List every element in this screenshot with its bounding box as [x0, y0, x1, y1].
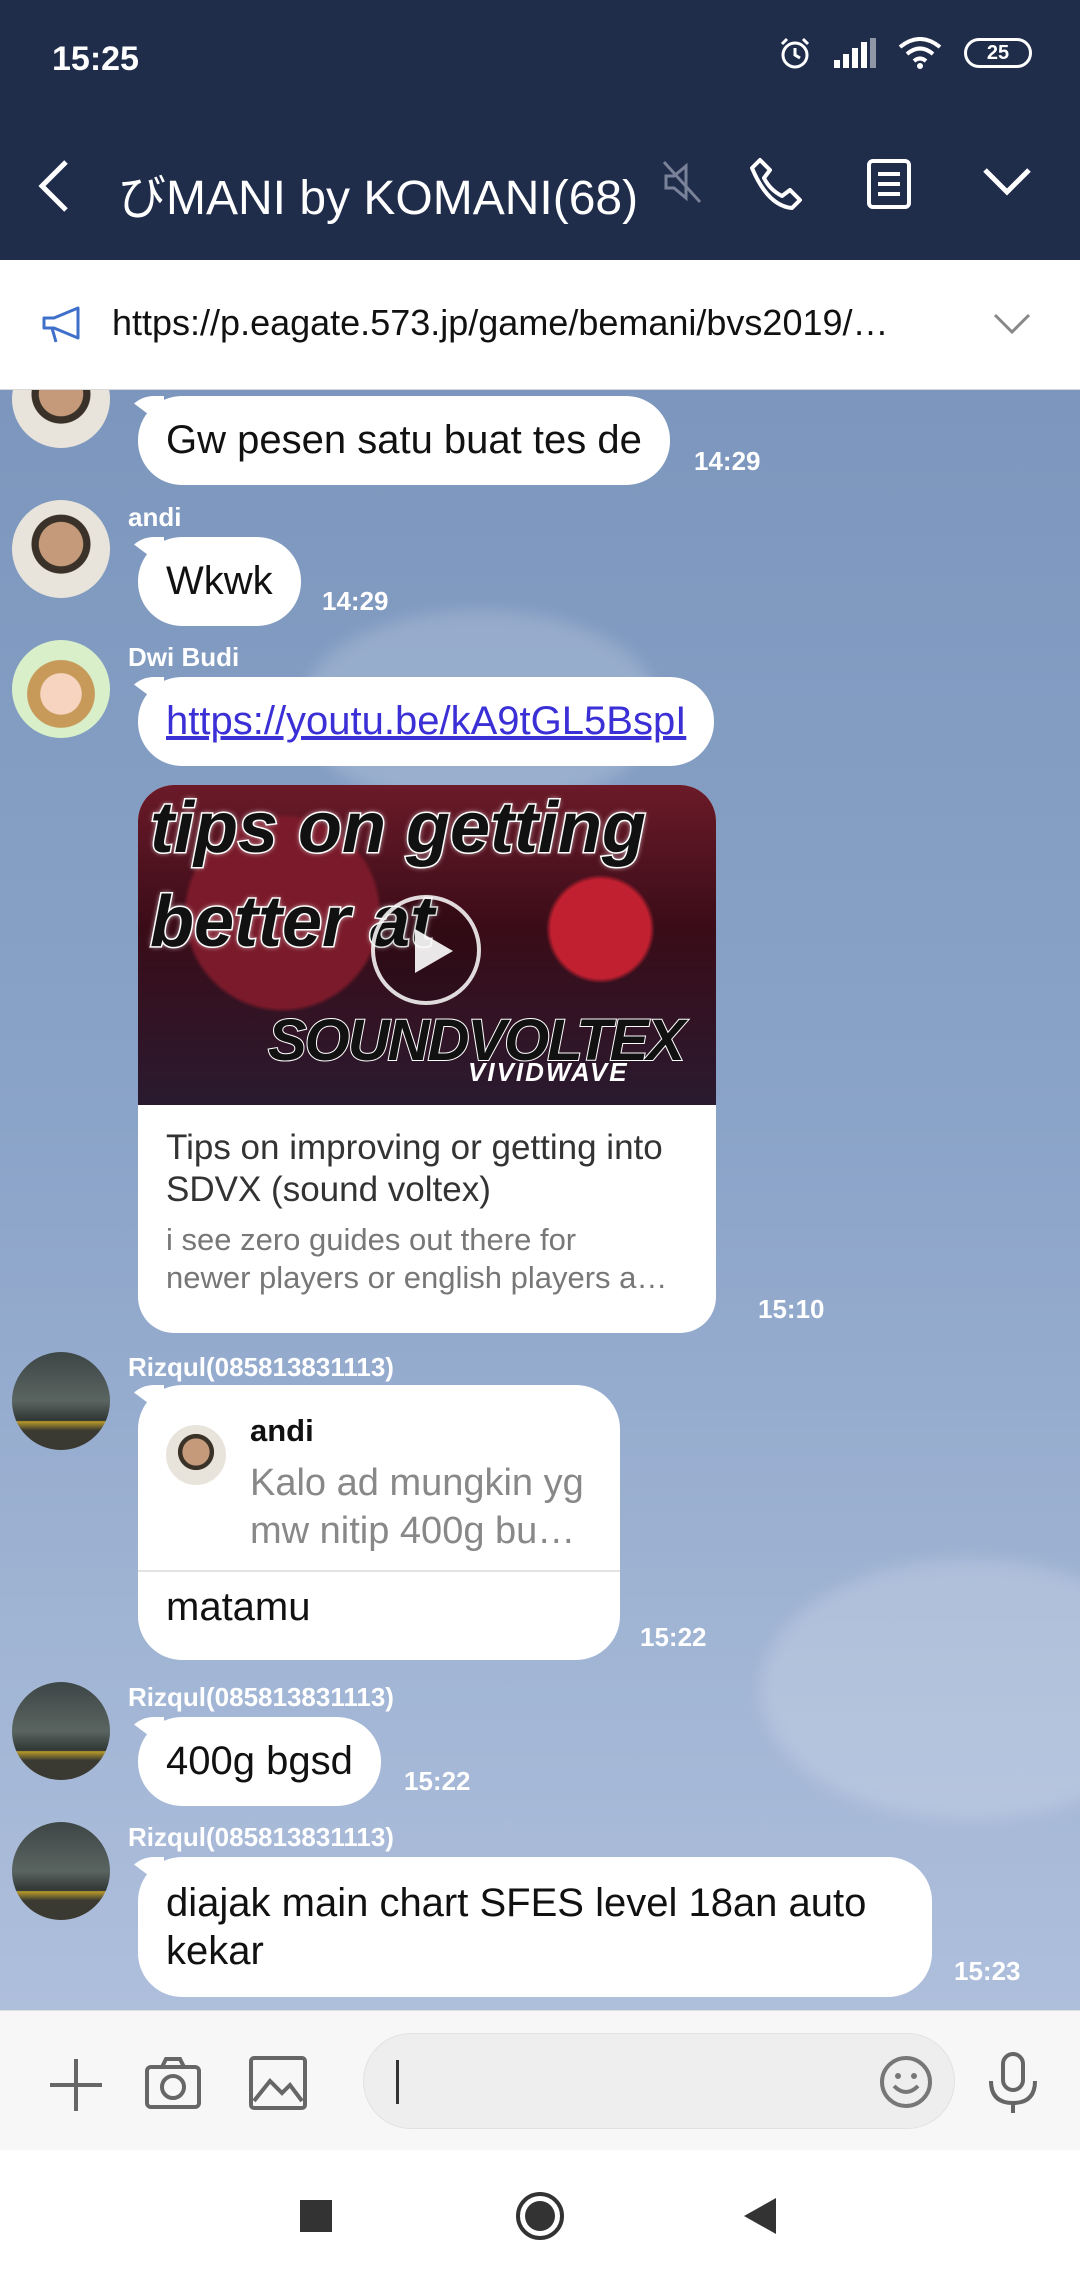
message-input-bar — [0, 2010, 1080, 2150]
message-text-line: diajak main chart SFES level 18an auto — [166, 1881, 867, 1925]
chevron-down-icon[interactable] — [992, 312, 1032, 336]
text-cursor — [396, 2060, 399, 2104]
chat-header: びMANI by KOMANI(68) — [0, 110, 1080, 260]
status-bar: 15:25 25 — [0, 0, 1080, 110]
message-bubble[interactable]: 400g bgsd — [138, 1717, 381, 1806]
battery-indicator: 25 — [964, 38, 1032, 68]
message-time: 14:29 — [694, 446, 761, 476]
emoji-icon[interactable] — [878, 2054, 934, 2110]
avatar[interactable] — [12, 640, 110, 738]
announcement-text[interactable]: https://p.eagate.573.jp/game/bemani/bvs2… — [112, 302, 942, 344]
sender-name: andi — [128, 502, 182, 532]
home-icon[interactable] — [514, 2190, 566, 2242]
mute-icon — [662, 160, 702, 204]
link-preview-card[interactable]: tips on getting better at SOUNDVOLTEX VI… — [138, 785, 716, 1333]
chevron-down-icon[interactable] — [982, 166, 1032, 196]
background-cloud — [760, 1560, 1080, 1820]
thumbnail-logo-sub: VIVIDWAVE — [468, 1057, 629, 1087]
preview-description-line: i see zero guides out there for — [166, 1222, 577, 1257]
microphone-icon[interactable] — [986, 2051, 1040, 2115]
back-nav-icon[interactable] — [740, 2194, 780, 2238]
announcement-bar[interactable]: https://p.eagate.573.jp/game/bemani/bvs2… — [0, 260, 1080, 390]
plus-icon[interactable] — [46, 2055, 106, 2115]
message-bubble[interactable]: Wkwk — [138, 537, 301, 626]
phone-icon[interactable] — [748, 156, 804, 212]
quoted-text-line: Kalo ad mungkin yg — [250, 1462, 584, 1504]
message-time: 14:29 — [322, 586, 389, 616]
preview-description: i see zero guides out there for newer pl… — [166, 1221, 696, 1297]
avatar[interactable] — [12, 390, 110, 448]
video-thumbnail[interactable]: tips on getting better at SOUNDVOLTEX VI… — [138, 785, 716, 1105]
sender-name: Dwi Budi — [128, 642, 240, 672]
back-icon[interactable] — [36, 158, 72, 214]
signal-icon — [834, 38, 876, 68]
avatar[interactable] — [12, 1352, 110, 1450]
chat-area[interactable]: Gw pesen satu buat tes de 14:29 andi Wkw… — [0, 390, 1080, 2010]
message-link[interactable]: https://youtu.be/kA9tGL5BspI — [166, 699, 686, 743]
quoted-avatar — [166, 1425, 226, 1485]
reply-text: matamu — [166, 1585, 311, 1629]
chat-title[interactable]: びMANI by KOMANI(68) — [118, 158, 638, 228]
megaphone-icon — [42, 306, 80, 343]
message-input[interactable] — [363, 2033, 955, 2129]
message-bubble[interactable]: diajak main chart SFES level 18an auto k… — [138, 1857, 932, 1997]
message-time: 15:22 — [640, 1622, 707, 1652]
wifi-icon — [898, 37, 942, 69]
camera-icon[interactable] — [144, 2055, 202, 2111]
play-icon[interactable] — [371, 895, 481, 1005]
preview-title: Tips on improving or getting into SDVX (… — [166, 1128, 663, 1209]
message-bubble[interactable]: Gw pesen satu buat tes de — [138, 396, 670, 485]
message-time: 15:10 — [758, 1294, 825, 1324]
message-time: 15:22 — [404, 1766, 471, 1796]
alarm-icon — [780, 37, 810, 69]
image-icon[interactable] — [248, 2055, 308, 2111]
message-bubble[interactable]: https://youtu.be/kA9tGL5BspI — [138, 677, 715, 766]
quoted-text-line: mw nitip 400g bu… — [250, 1510, 576, 1552]
preview-description-line: newer players or english players a… — [166, 1260, 668, 1295]
reply-divider — [138, 1570, 620, 1572]
avatar[interactable] — [12, 1682, 110, 1780]
avatar[interactable] — [12, 1822, 110, 1920]
thumbnail-text: tips on getting — [149, 787, 648, 870]
sender-name: Rizqul(085813831113) — [128, 1822, 394, 1852]
recent-apps-icon[interactable] — [296, 2196, 336, 2236]
avatar[interactable] — [12, 500, 110, 598]
quoted-sender: andi — [250, 1413, 314, 1448]
message-text-line: kekar — [166, 1929, 264, 1973]
sender-name: Rizqul(085813831113) — [128, 1682, 394, 1712]
status-icons: 25 — [778, 36, 1032, 70]
system-nav-bar — [0, 2150, 1080, 2280]
notes-icon[interactable] — [866, 158, 912, 210]
message-time: 15:23 — [954, 1956, 1021, 1986]
reply-bubble[interactable]: andi Kalo ad mungkin yg mw nitip 400g bu… — [138, 1385, 620, 1660]
quoted-text: Kalo ad mungkin yg mw nitip 400g bu… — [250, 1459, 600, 1555]
status-time: 15:25 — [52, 40, 139, 78]
sender-name: Rizqul(085813831113) — [128, 1352, 394, 1382]
